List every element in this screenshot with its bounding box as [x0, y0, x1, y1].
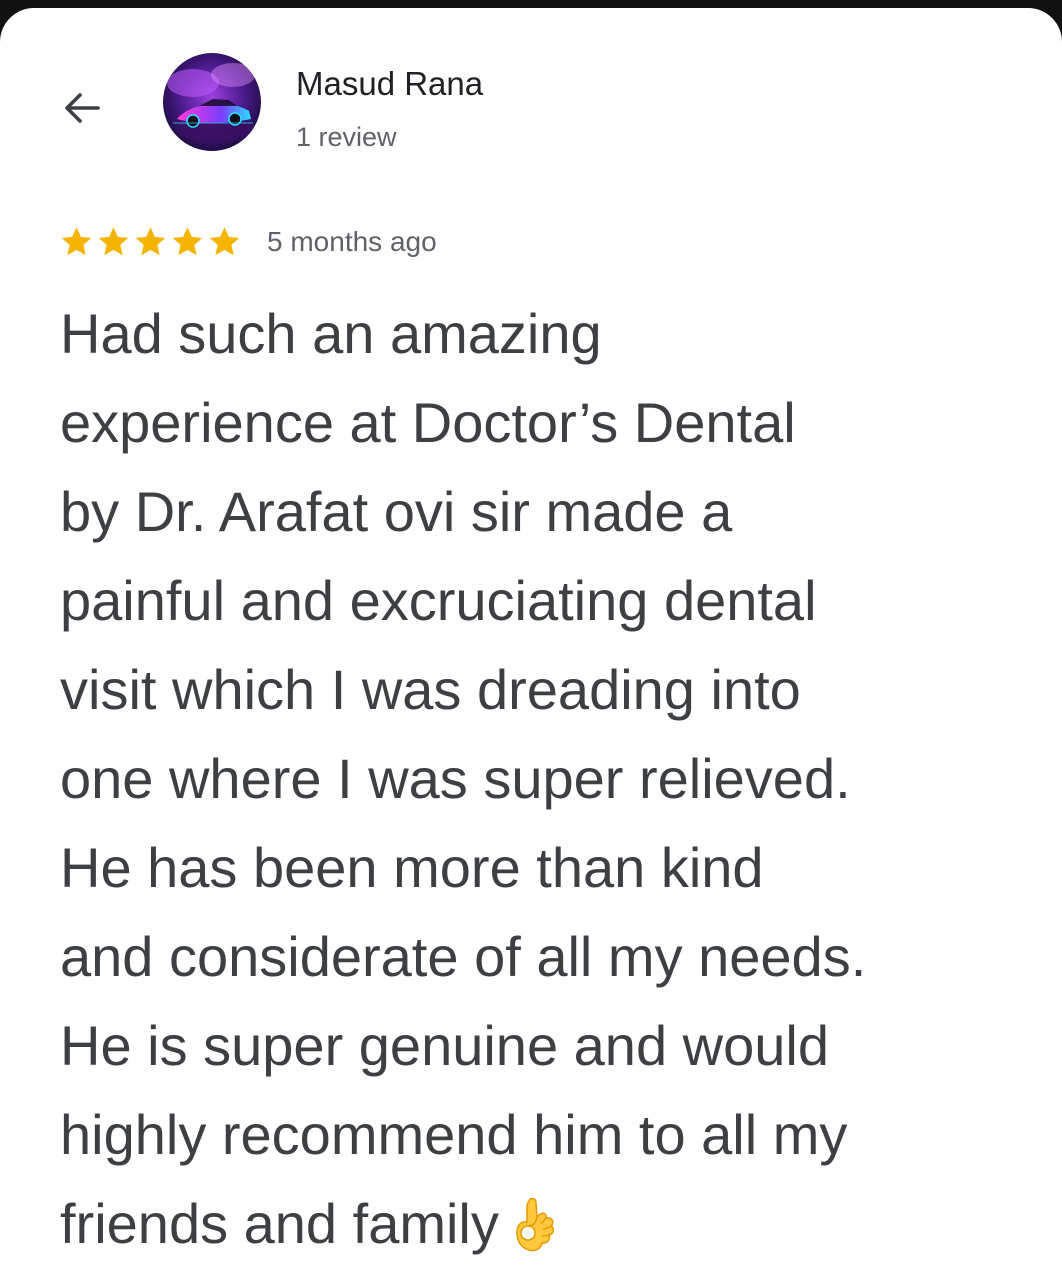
ok-hand-emoji-icon: [516, 1197, 555, 1252]
review-count: 1 review: [296, 122, 397, 152]
back-button[interactable]: [50, 76, 114, 140]
rating-row: 5 months ago: [58, 220, 437, 264]
review-line: He has been more than kind: [60, 836, 764, 899]
review-card: Masud Rana 1 review 5 months ago Had suc…: [0, 8, 1062, 1280]
star-icon: [61, 227, 92, 256]
review-line: one where I was super relieved.: [60, 747, 851, 810]
review-line: visit which I was dreading into: [60, 658, 801, 721]
avatar[interactable]: [163, 53, 261, 151]
star-icon: [98, 227, 129, 256]
review-line: He is super genuine and would: [60, 1014, 829, 1077]
star-icon: [209, 227, 240, 256]
review-last-line: friends and family: [60, 1179, 1040, 1268]
star-rating: [58, 224, 243, 260]
review-line: and considerate of all my needs.: [60, 925, 867, 988]
review-line: Had such an amazing: [60, 302, 602, 365]
neon-sports-car-avatar-icon: [163, 53, 261, 151]
review-line: highly recommend him to all my: [60, 1103, 848, 1166]
review-line: by Dr. Arafat ovi sir made a: [60, 480, 733, 543]
review-line: painful and excruciating dental: [60, 569, 817, 632]
review-text: Had such an amazing experience at Doctor…: [60, 289, 1040, 1268]
arrow-left-icon: [65, 93, 100, 123]
reviewer-name[interactable]: Masud Rana: [296, 64, 483, 104]
review-line: experience at Doctor’s Dental: [60, 391, 796, 454]
star-icon: [172, 227, 203, 256]
star-icon: [135, 227, 166, 256]
review-time: 5 months ago: [267, 226, 437, 257]
review-line-text: friends and family: [60, 1192, 499, 1255]
